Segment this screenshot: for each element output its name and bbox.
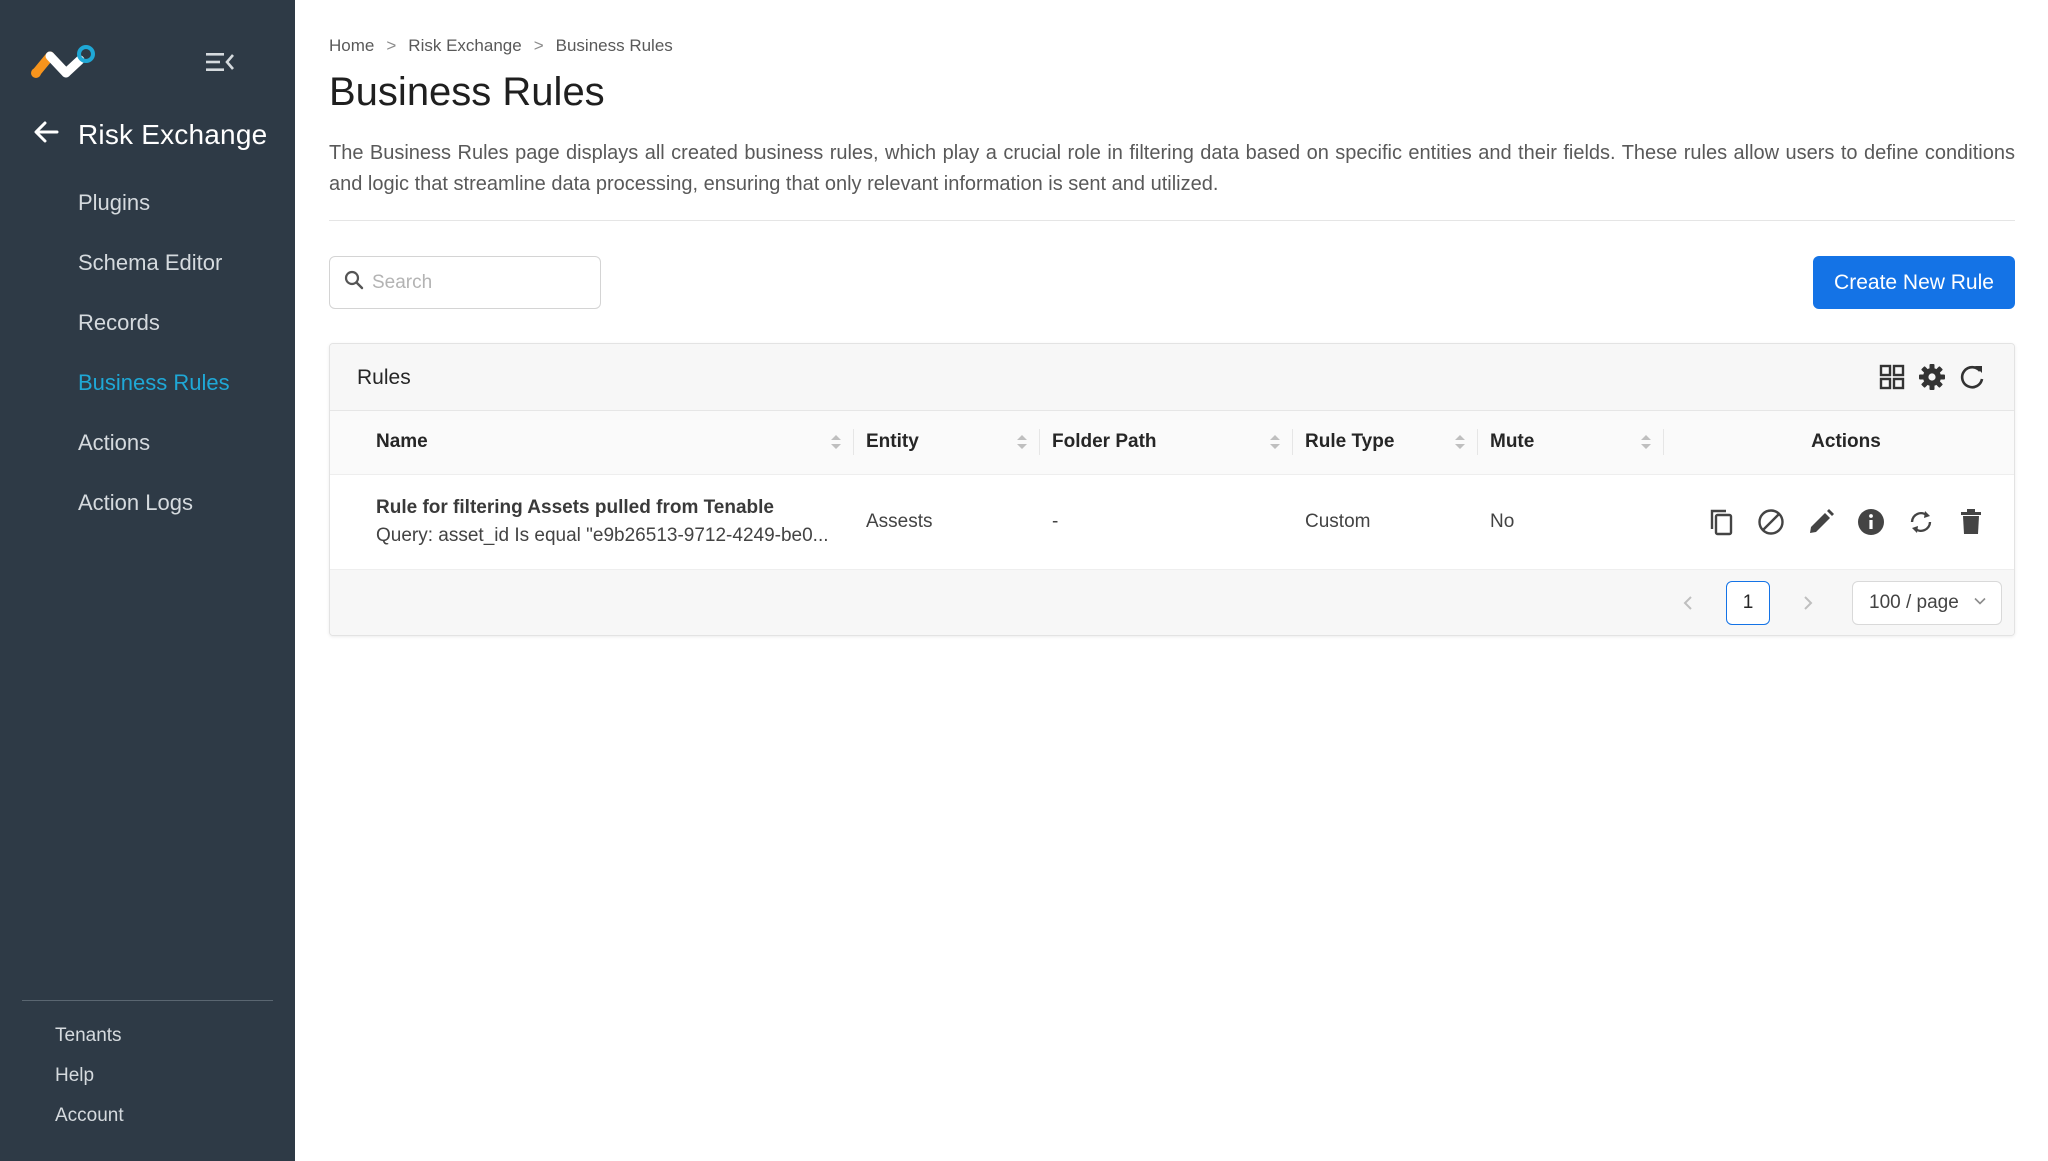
breadcrumb-risk-exchange[interactable]: Risk Exchange <box>408 36 521 56</box>
table-row[interactable]: Rule for filtering Assets pulled from Te… <box>330 474 2014 569</box>
cell-mute: No <box>1490 510 1515 532</box>
rules-table: Name Entity Folder Path Rule Type Mute A… <box>330 411 2014 570</box>
page-title: Business Rules <box>329 70 605 114</box>
column-header-name[interactable]: Name <box>364 411 854 474</box>
back-to-app[interactable]: Risk Exchange <box>32 118 267 151</box>
sidebar-item-help[interactable]: Help <box>55 1065 124 1105</box>
sidebar: Risk Exchange Plugins Schema Editor Reco… <box>0 0 295 1161</box>
row-action-icons <box>1676 507 2014 537</box>
column-label: Folder Path <box>1052 431 1157 453</box>
breadcrumb-business-rules: Business Rules <box>555 36 673 55</box>
column-label: Entity <box>866 431 919 453</box>
sort-icon[interactable] <box>1454 432 1466 452</box>
table-header-spacer <box>330 411 364 474</box>
search-input[interactable] <box>372 271 592 294</box>
cell-folder-path: - <box>1052 510 1059 532</box>
rule-query: Query: asset_id Is equal "e9b26513-9712-… <box>376 524 829 546</box>
sidebar-bottom-nav: Tenants Help Account <box>55 1025 124 1145</box>
create-new-rule-button[interactable]: Create New Rule <box>1813 256 2015 309</box>
sync-icon[interactable] <box>1906 507 1936 537</box>
rules-card-toolbar <box>1878 363 1986 391</box>
rules-card: Rules Name Entity Folder Path Rule Type … <box>329 343 2015 636</box>
rule-name[interactable]: Rule for filtering Assets pulled from Te… <box>376 497 854 519</box>
sidebar-nav: Plugins Schema Editor Records Business R… <box>78 186 230 546</box>
header-divider <box>329 220 2015 221</box>
next-page-icon[interactable] <box>1798 594 1816 612</box>
sidebar-divider <box>22 1000 273 1001</box>
sidebar-item-business-rules[interactable]: Business Rules <box>78 366 230 426</box>
breadcrumb: Home > Risk Exchange > Business Rules <box>329 36 673 56</box>
logo-icon <box>28 42 98 82</box>
column-header-actions: Actions <box>1811 431 1881 453</box>
gear-icon[interactable] <box>1918 363 1946 391</box>
column-label: Name <box>376 431 428 453</box>
sort-icon[interactable] <box>1269 432 1281 452</box>
prev-page-icon[interactable] <box>1680 594 1698 612</box>
edit-icon[interactable] <box>1806 507 1836 537</box>
cell-rule-type: Custom <box>1305 510 1371 532</box>
sort-icon[interactable] <box>830 432 842 452</box>
app-title: Risk Exchange <box>78 118 268 150</box>
column-header-folder-path[interactable]: Folder Path <box>1040 411 1293 474</box>
breadcrumb-home[interactable]: Home <box>329 36 374 56</box>
search-box[interactable] <box>329 256 601 309</box>
sidebar-item-action-logs[interactable]: Action Logs <box>78 486 230 546</box>
sidebar-item-account[interactable]: Account <box>55 1105 124 1145</box>
arrow-left-icon <box>32 118 60 151</box>
table-header-row: Name Entity Folder Path Rule Type Mute A… <box>330 411 2014 474</box>
info-icon[interactable] <box>1856 507 1886 537</box>
rules-card-footer: 1 100 / page <box>330 569 2014 635</box>
rules-card-title: Rules <box>357 366 411 389</box>
refresh-icon[interactable] <box>1958 363 1986 391</box>
rules-card-header: Rules <box>330 344 2014 411</box>
sidebar-item-plugins[interactable]: Plugins <box>78 186 230 246</box>
sidebar-item-records[interactable]: Records <box>78 306 230 366</box>
pagination: 1 100 / page <box>1680 580 2002 625</box>
page-size-value: 100 / page <box>1869 591 1959 613</box>
copy-icon[interactable] <box>1706 507 1736 537</box>
sort-icon[interactable] <box>1016 432 1028 452</box>
column-header-rule-type[interactable]: Rule Type <box>1293 411 1478 474</box>
cell-entity: Assests <box>866 510 933 532</box>
row-spacer <box>330 474 364 569</box>
column-header-mute[interactable]: Mute <box>1478 411 1664 474</box>
sidebar-item-schema-editor[interactable]: Schema Editor <box>78 246 230 306</box>
page-number-current[interactable]: 1 <box>1726 580 1770 625</box>
search-icon <box>344 270 364 295</box>
grid-icon[interactable] <box>1878 363 1906 391</box>
page-size-select[interactable]: 100 / page <box>1852 580 2002 625</box>
sidebar-item-tenants[interactable]: Tenants <box>55 1025 124 1065</box>
breadcrumb-separator: > <box>533 36 544 55</box>
collapse-sidebar-icon[interactable] <box>204 48 236 76</box>
delete-icon[interactable] <box>1956 507 1986 537</box>
breadcrumb-separator: > <box>386 36 397 55</box>
cell-actions <box>1664 474 2014 569</box>
sort-icon[interactable] <box>1640 432 1652 452</box>
column-label: Mute <box>1490 431 1535 453</box>
column-header-entity[interactable]: Entity <box>854 411 1040 474</box>
sidebar-item-actions[interactable]: Actions <box>78 426 230 486</box>
mute-icon[interactable] <box>1756 507 1786 537</box>
page-description: The Business Rules page displays all cre… <box>329 142 2015 195</box>
column-label: Rule Type <box>1305 431 1395 453</box>
cell-name: Rule for filtering Assets pulled from Te… <box>364 474 854 569</box>
chevron-down-icon <box>1973 592 1987 614</box>
